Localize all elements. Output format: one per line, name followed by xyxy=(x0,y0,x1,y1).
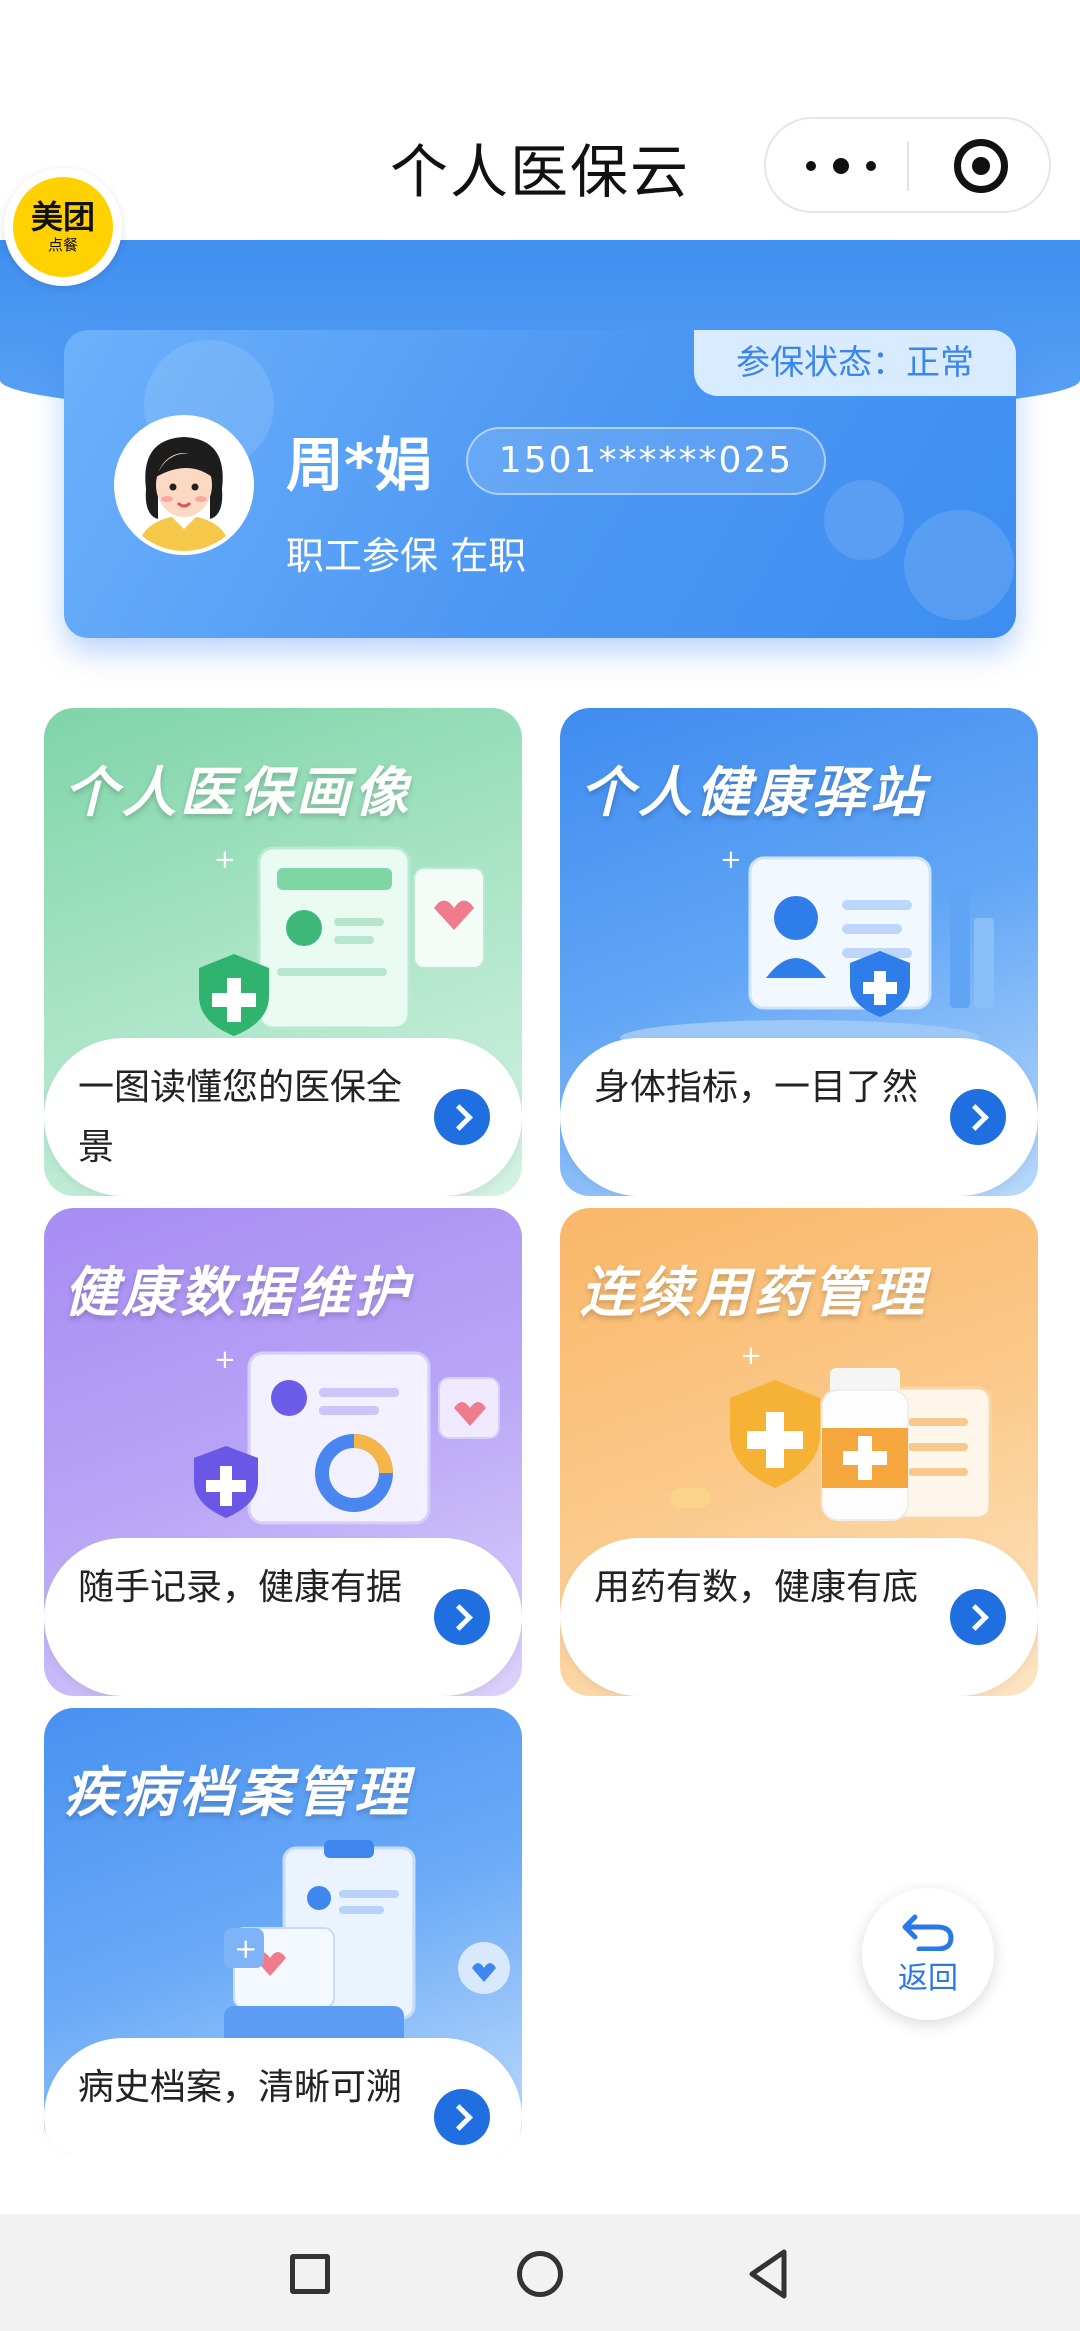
profile-card: 参保状态：正常 周*娟 1501******025 职工参保 在职 xyxy=(64,330,1016,638)
page: 个人医保云 美团 点餐 参保状态：正常 周*娟 1501******025 职工… xyxy=(0,0,1080,2331)
decor-bubble xyxy=(904,510,1014,620)
arrow-right-icon[interactable] xyxy=(950,1589,1006,1645)
card-footer: 病史档案，清晰可溯 xyxy=(44,2038,522,2154)
logo-subtext: 点餐 xyxy=(47,236,78,254)
mini-program-capsule xyxy=(764,117,1051,213)
card-title: 个人健康驿站 xyxy=(580,761,928,824)
arrow-right-icon[interactable] xyxy=(950,1089,1006,1145)
svg-text:+: + xyxy=(214,1345,236,1375)
nav-back-icon[interactable] xyxy=(746,2248,790,2300)
decor-bubble xyxy=(824,480,904,560)
card-description: 用药有数，健康有底 xyxy=(594,1567,919,1608)
card-title: 健康数据维护 xyxy=(64,1261,412,1324)
svg-text:+: + xyxy=(234,1932,257,1965)
top-bar: 个人医保云 xyxy=(0,0,1080,240)
logo-text: 美团 xyxy=(30,198,95,236)
card-footer: 一图读懂您的医保全景 xyxy=(44,1038,522,1196)
card-description: 身体指标，一目了然 xyxy=(594,1067,919,1108)
card-medication-management[interactable]: 连续用药管理 + 用药有数，健康有底 xyxy=(560,1208,1038,1696)
nav-circle-icon[interactable] xyxy=(517,2251,563,2297)
card-medical-insurance-profile[interactable]: 个人医保画像 + 一图读懂您的医保全景 xyxy=(44,708,522,1196)
arrow-right-icon[interactable] xyxy=(434,1089,490,1145)
card-health-station[interactable]: 个人健康驿站 + 身体指标，一目了然 xyxy=(560,708,1038,1196)
nav-square-icon[interactable] xyxy=(290,2254,330,2294)
card-health-data[interactable]: 健康数据维护 + 随手记录，健康有据 xyxy=(44,1208,522,1696)
card-footer: 用药有数，健康有底 xyxy=(560,1538,1038,1696)
card-footer: 随手记录，健康有据 xyxy=(44,1538,522,1696)
phone-badge: 1501******025 xyxy=(466,427,826,495)
medication-illustration: + xyxy=(670,1341,992,1521)
target-icon[interactable] xyxy=(954,139,1008,193)
health-data-illustration: + xyxy=(194,1345,500,1525)
health-station-illustration: + xyxy=(620,845,994,1048)
card-title: 连续用药管理 xyxy=(580,1261,928,1324)
android-nav-bar xyxy=(0,2214,1080,2331)
arrow-right-icon[interactable] xyxy=(434,1589,490,1645)
insurance-type: 职工参保 在职 xyxy=(286,534,527,578)
card-description: 病史档案，清晰可溯 xyxy=(78,2067,403,2108)
arrow-right-icon[interactable] xyxy=(434,2089,490,2145)
svg-text:+: + xyxy=(720,845,742,875)
card-footer: 身体指标，一目了然 xyxy=(560,1038,1038,1196)
svg-text:+: + xyxy=(214,845,236,875)
capsule-divider xyxy=(907,141,909,191)
back-button-label: 返回 xyxy=(898,1961,958,1996)
back-button[interactable]: 返回 xyxy=(862,1888,994,2020)
card-title: 疾病档案管理 xyxy=(64,1761,412,1824)
avatar xyxy=(114,415,254,555)
meituan-logo[interactable]: 美团 点餐 xyxy=(4,168,122,286)
card-description: 一图读懂您的医保全景 xyxy=(78,1067,403,1168)
back-icon xyxy=(902,1914,954,1951)
more-icon[interactable] xyxy=(806,149,876,183)
medical-records-illustration: + xyxy=(224,1840,510,2046)
user-name: 周*娟 xyxy=(286,431,433,499)
card-description: 随手记录，健康有据 xyxy=(78,1567,403,1608)
insurance-card-illustration: + xyxy=(199,845,485,1036)
card-title: 个人医保画像 xyxy=(64,761,412,824)
card-disease-records[interactable]: 疾病档案管理 + 病史档案，清晰可溯 xyxy=(44,1708,522,2154)
svg-text:+: + xyxy=(740,1341,762,1371)
insurance-status-badge: 参保状态：正常 xyxy=(694,330,1016,396)
